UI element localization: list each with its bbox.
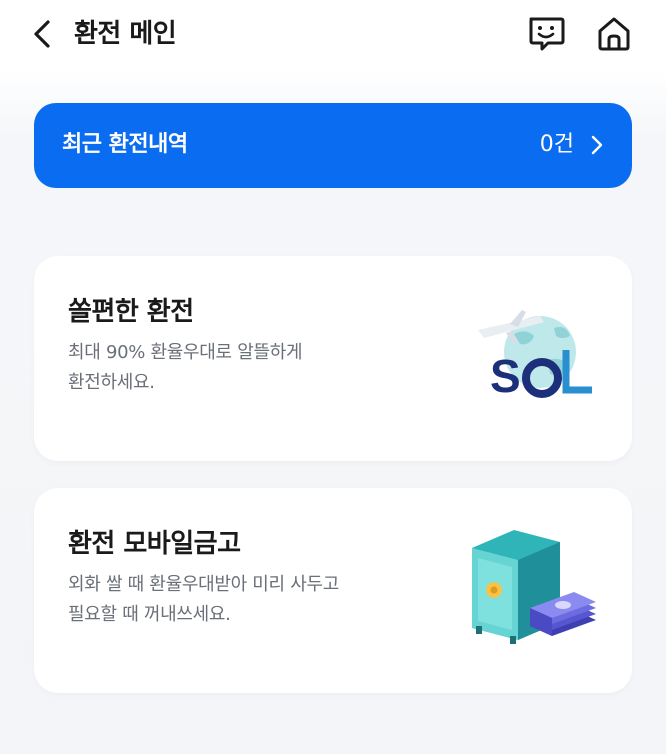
sol-exchange-card[interactable]: 쏠편한 환전 최대 90% 환율우대로 알뜰하게 환전하세요. S: [34, 256, 632, 461]
recent-exchange-label: 최근 환전내역: [62, 132, 188, 157]
card-description-line: 환전하세요.: [68, 372, 155, 393]
card-title: 쏠편한 환전: [68, 297, 194, 327]
card-title: 환전 모바일금고: [68, 529, 241, 559]
sol-globe-airplane-icon: S: [478, 310, 592, 402]
safe-money-icon: [472, 530, 596, 644]
page-title: 환전 메인: [74, 19, 177, 49]
card-description-line: 최대 90% 환율우대로 알뜰하게: [68, 342, 303, 363]
card-description: 최대 90% 환율우대로 알뜰하게 환전하세요.: [68, 338, 303, 398]
mobile-safe-card[interactable]: 환전 모바일금고 외화 쌀 때 환율우대받아 미리 사두고 필요할 때 꺼내쓰세…: [34, 488, 632, 693]
chatbot-icon[interactable]: [526, 14, 566, 54]
back-icon[interactable]: [30, 14, 58, 54]
recent-exchange-count: 0건: [539, 132, 574, 157]
card-description-line: 외화 쌀 때 환율우대받아 미리 사두고: [68, 574, 340, 595]
home-icon[interactable]: [594, 14, 634, 54]
card-description-line: 필요할 때 꺼내쓰세요.: [68, 604, 231, 625]
card-description: 외화 쌀 때 환율우대받아 미리 사두고 필요할 때 꺼내쓰세요.: [68, 570, 339, 630]
chevron-right-icon: [591, 135, 603, 155]
recent-exchange-history-button[interactable]: 최근 환전내역 0건: [34, 103, 632, 188]
svg-text:S: S: [490, 350, 521, 402]
header: 환전 메인: [0, 0, 666, 72]
